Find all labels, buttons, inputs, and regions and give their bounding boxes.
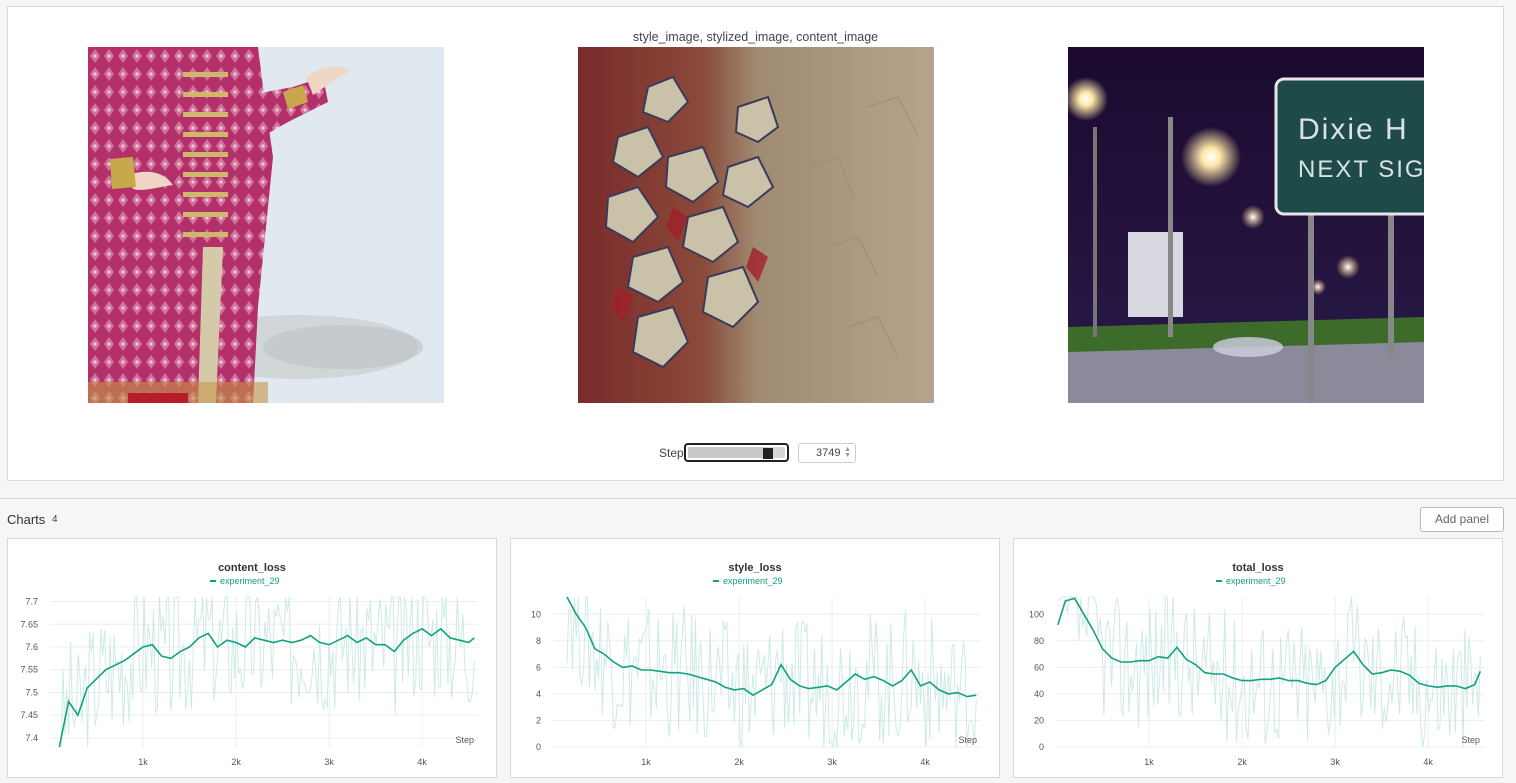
y-tick-label: 7.45: [20, 710, 38, 720]
step-slider-track[interactable]: [688, 447, 785, 459]
y-tick-label: 4: [536, 689, 541, 699]
y-tick-label: 40: [1034, 689, 1044, 699]
y-tick-label: 100: [1029, 609, 1044, 619]
raw-series-line: [1057, 596, 1481, 748]
chart-panel-total-loss[interactable]: total_loss experiment_29 0 20 40 60 80 100 1k 2k 3…: [1013, 538, 1503, 778]
y-tick-label: 7.55: [20, 665, 38, 675]
content-image[interactable]: Dixie H NEXT SIG: [1068, 47, 1424, 403]
x-tick-label: 4k: [417, 757, 427, 767]
sign-text-line2: NEXT SIG: [1298, 156, 1424, 183]
step-label: Step: [659, 446, 684, 460]
chart-style-loss: style_loss experiment_29 0 2 4 6 8 10 1k 2k 3k 4k St…: [531, 562, 981, 767]
chart-title: content_loss: [218, 562, 286, 574]
legend-label: experiment_29: [723, 576, 783, 586]
y-tick-label: 6: [536, 662, 541, 672]
chart-panel-style-loss[interactable]: style_loss experiment_29 0 2 4 6 8 10 1k 2k 3k 4k St…: [510, 538, 1000, 778]
x-tick-label: 2k: [231, 757, 241, 767]
section-count-badge: 4: [48, 513, 62, 526]
add-panel-button[interactable]: Add panel: [1420, 507, 1504, 532]
sign-text-line1: Dixie H: [1298, 113, 1409, 146]
y-tick-label: 7.7: [25, 597, 38, 607]
x-axis-label: Step: [455, 735, 474, 745]
y-tick-label: 2: [536, 715, 541, 725]
chart-total-loss: total_loss experiment_29 0 20 40 60 80 100 1k 2k 3…: [1029, 562, 1484, 767]
x-tick-label: 3k: [827, 757, 837, 767]
x-axis-label: Step: [1461, 735, 1480, 745]
legend-label: experiment_29: [220, 576, 280, 586]
chart-title: style_loss: [728, 562, 781, 574]
x-tick-label: 3k: [1330, 757, 1340, 767]
x-tick-label: 1k: [641, 757, 651, 767]
y-tick-label: 7.5: [25, 687, 38, 697]
y-tick-label: 7.65: [20, 619, 38, 629]
y-tick-label: 7.4: [25, 733, 38, 743]
y-tick-label: 0: [1039, 742, 1044, 752]
x-tick-label: 4k: [1423, 757, 1433, 767]
x-tick-label: 2k: [1237, 757, 1247, 767]
y-tick-label: 80: [1034, 636, 1044, 646]
media-panel: style_image, stylized_image, content_ima…: [7, 6, 1504, 481]
x-tick-label: 2k: [734, 757, 744, 767]
y-tick-label: 7.6: [25, 642, 38, 652]
y-tick-label: 10: [531, 609, 541, 619]
chart-content-loss: content_loss experiment_29 7.4 7.45 7.5 7.55 7…: [20, 562, 478, 767]
y-tick-label: 8: [536, 636, 541, 646]
section-title[interactable]: Charts: [7, 512, 45, 527]
x-axis-label: Step: [958, 735, 977, 745]
media-panel-title: style_image, stylized_image, content_ima…: [632, 30, 879, 44]
step-number-value: 3749: [816, 447, 841, 459]
raw-series-line: [566, 596, 977, 748]
y-tick-label: 0: [536, 742, 541, 752]
step-spin-icon[interactable]: ▲ ▼: [844, 446, 851, 459]
step-slider-thumb[interactable]: [762, 448, 773, 459]
x-tick-label: 1k: [138, 757, 148, 767]
legend-label: experiment_29: [1226, 576, 1286, 586]
style-image[interactable]: [88, 47, 444, 403]
step-slider-fill: [688, 447, 768, 458]
x-tick-label: 1k: [1144, 757, 1154, 767]
stylized-image[interactable]: [578, 47, 934, 403]
x-tick-label: 3k: [324, 757, 334, 767]
series-line-experiment_29: [1057, 597, 1482, 690]
step-slider[interactable]: [684, 443, 789, 462]
chart-title: total_loss: [1232, 562, 1283, 574]
section-divider: [0, 498, 1516, 499]
y-tick-label: 20: [1034, 715, 1044, 725]
x-tick-label: 4k: [920, 757, 930, 767]
step-number-input[interactable]: 3749 ▲ ▼: [798, 443, 856, 463]
step-control: Step 3749 ▲ ▼: [8, 443, 1503, 463]
chart-panel-content-loss[interactable]: content_loss experiment_29 7.4 7.45 7.5 7.55 7…: [7, 538, 497, 778]
y-tick-label: 60: [1034, 662, 1044, 672]
raw-series-line: [59, 596, 475, 748]
